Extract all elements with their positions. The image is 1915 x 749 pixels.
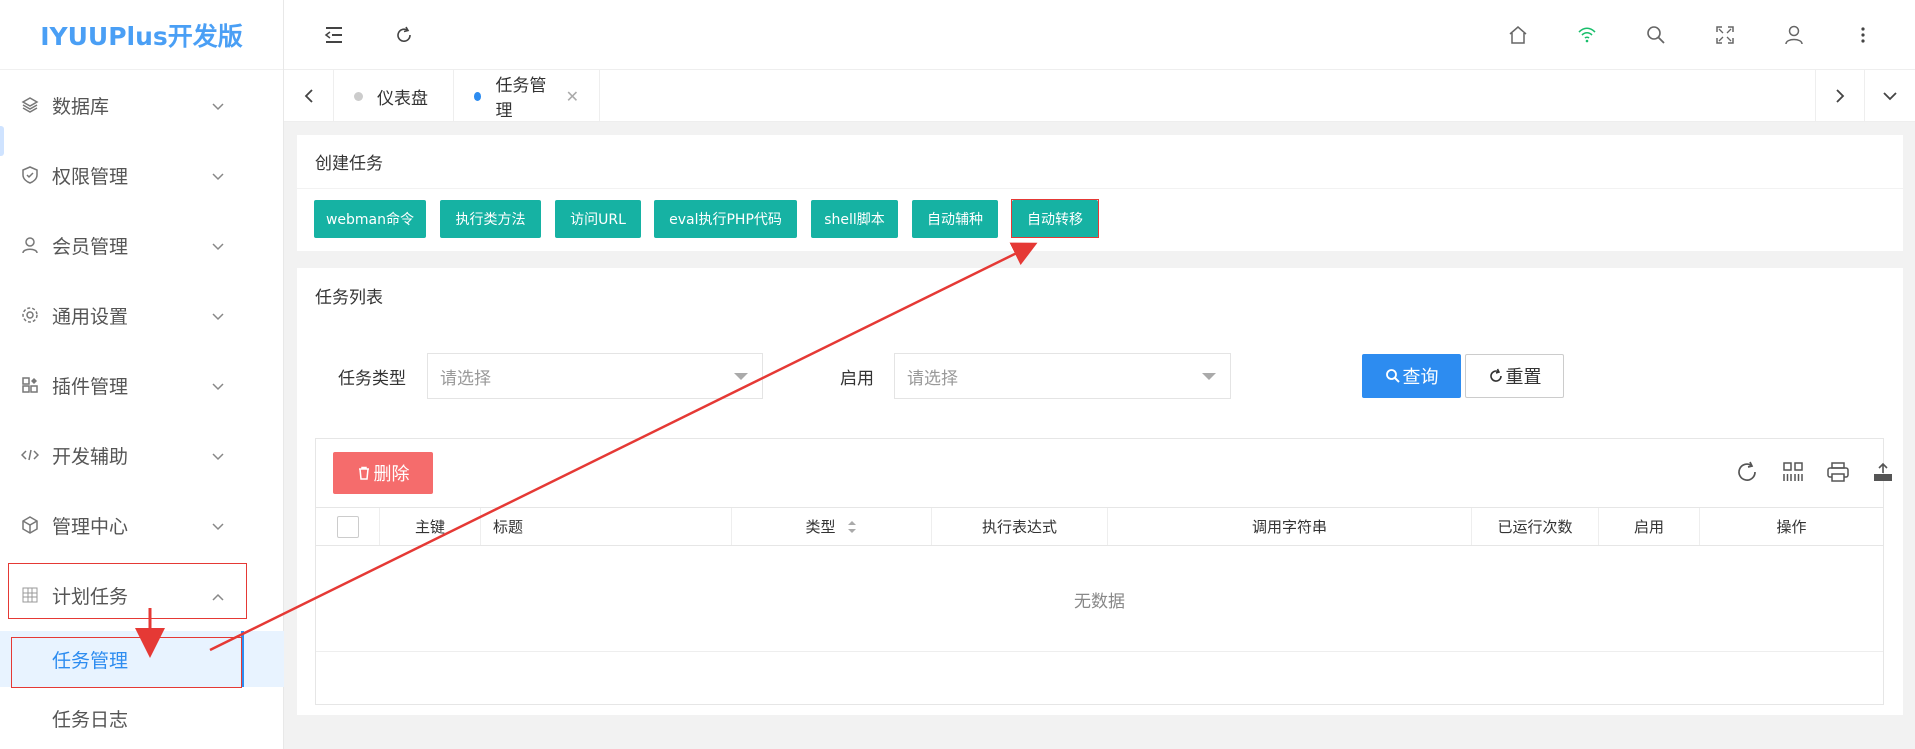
enabled-label: 启用 [840, 369, 874, 389]
sidebar-item-label: 会员管理 [52, 235, 129, 258]
cube-icon [20, 515, 40, 535]
sidebar-item-label: 开发辅助 [52, 445, 129, 468]
column-header-call-string[interactable]: 调用字符串 [1108, 508, 1472, 545]
plugin-icon [20, 375, 40, 395]
column-header-title[interactable]: 标题 [481, 508, 732, 545]
chevron-down-icon [212, 374, 224, 396]
sidebar-item-permissions[interactable]: 权限管理 [0, 140, 284, 210]
task-type-select[interactable]: 请选择 [427, 353, 763, 399]
tabs-scroll-left-button[interactable] [284, 70, 334, 122]
sidebar-item-settings[interactable]: 通用设置 [0, 280, 284, 350]
query-button[interactable]: 查询 [1362, 354, 1461, 398]
sidebar-item-label: 插件管理 [52, 375, 129, 398]
column-header-actions[interactable]: 操作 [1700, 508, 1883, 545]
enabled-select[interactable]: 请选择 [894, 353, 1231, 399]
export-icon[interactable] [1869, 458, 1897, 486]
menu-fold-icon[interactable] [317, 18, 351, 52]
tabs-scroll-right-button[interactable] [1815, 70, 1865, 122]
task-type-label: 任务类型 [338, 369, 406, 389]
annotation-box-scheduled-tasks [8, 563, 247, 619]
tab-label: 任务管理 [495, 76, 547, 121]
refresh-icon[interactable] [387, 18, 421, 52]
chevron-down-icon [212, 234, 224, 256]
chevron-down-icon [212, 444, 224, 466]
auto-reseed-button[interactable]: 自动辅种 [912, 200, 998, 238]
select-all-checkbox[interactable] [336, 515, 359, 538]
chevron-down-icon [212, 304, 224, 326]
tabs-bar: 仪表盘 任务管理 ✕ [284, 70, 1915, 122]
reset-label: 重置 [1505, 367, 1542, 388]
tab-dot [354, 91, 363, 101]
task-type-placeholder: 请选择 [440, 368, 491, 389]
top-bar [284, 0, 1915, 70]
eval-php-button[interactable]: eval执行PHP代码 [654, 200, 797, 238]
sidebar-item-label: 通用设置 [52, 305, 129, 328]
column-header-id[interactable]: 主键 [380, 508, 481, 545]
gear-icon [20, 305, 40, 325]
sidebar-item-members[interactable]: 会员管理 [0, 210, 284, 280]
caret-down-icon [734, 373, 748, 380]
execute-class-method-button[interactable]: 执行类方法 [440, 200, 541, 238]
tab-label: 仪表盘 [377, 88, 428, 109]
app-logo: IYUUPlus开发版 [0, 0, 283, 70]
sidebar-item-label: 权限管理 [52, 165, 129, 188]
sidebar-item-label: 管理中心 [52, 515, 129, 538]
sidebar-item-admin-center[interactable]: 管理中心 [0, 490, 284, 560]
sidebar-item-plugins[interactable]: 插件管理 [0, 350, 284, 420]
column-header-enabled[interactable]: 启用 [1599, 508, 1700, 545]
sidebar-subitem-task-log[interactable]: 任务日志 [0, 690, 284, 746]
sort-icon[interactable] [846, 519, 858, 535]
empty-state: 无数据 [316, 547, 1883, 652]
column-header-type[interactable]: 类型 [732, 508, 932, 545]
task-list-card: 任务列表 任务类型 请选择 启用 请选择 查询 重置 删除 主键 标题 类型 执… [297, 268, 1903, 715]
shield-icon [20, 165, 40, 185]
search-icon [1385, 369, 1400, 383]
webman-command-button[interactable]: webman命令 [314, 200, 426, 238]
column-header-expression[interactable]: 执行表达式 [932, 508, 1108, 545]
annotation-box-auto-transfer [1011, 199, 1099, 238]
create-task-card: 创建任务 webman命令 执行类方法 访问URL eval执行PHP代码 sh… [297, 135, 1903, 251]
create-task-title: 创建任务 [297, 135, 1903, 189]
query-label: 查询 [1402, 367, 1439, 388]
table-header: 主键 标题 类型 执行表达式 调用字符串 已运行次数 启用 操作 [316, 507, 1883, 546]
print-icon[interactable] [1824, 458, 1852, 486]
trash-icon [358, 466, 369, 480]
tab-task-management[interactable]: 任务管理 ✕ [454, 70, 600, 122]
reset-button[interactable]: 重置 [1465, 354, 1564, 398]
fullscreen-icon[interactable] [1708, 18, 1742, 52]
task-table: 删除 主键 标题 类型 执行表达式 调用字符串 已运行次数 启用 操作 无数据 [315, 438, 1892, 705]
user-icon [20, 235, 40, 255]
layers-icon [20, 95, 40, 115]
shell-script-button[interactable]: shell脚本 [811, 200, 898, 238]
sidebar-item-label: 数据库 [52, 95, 110, 118]
user-icon[interactable] [1777, 18, 1811, 52]
select-all-cell [316, 508, 380, 545]
column-header-run-count[interactable]: 已运行次数 [1472, 508, 1599, 545]
chevron-down-icon [212, 94, 224, 116]
tabs-dropdown-button[interactable] [1865, 70, 1915, 122]
wifi-icon [1570, 18, 1604, 52]
search-icon[interactable] [1639, 18, 1673, 52]
enabled-placeholder: 请选择 [907, 368, 958, 389]
visit-url-button[interactable]: 访问URL [555, 200, 641, 238]
chevron-down-icon [212, 514, 224, 536]
sidebar-item-database[interactable]: 数据库 [0, 70, 284, 140]
home-icon[interactable] [1501, 18, 1535, 52]
caret-down-icon [1202, 373, 1216, 380]
tab-dot [474, 91, 482, 101]
close-icon[interactable]: ✕ [566, 87, 579, 106]
tab-dashboard[interactable]: 仪表盘 [334, 70, 454, 122]
refresh-icon[interactable] [1733, 458, 1761, 486]
columns-icon[interactable] [1779, 458, 1807, 486]
column-header-type-label: 类型 [805, 518, 836, 536]
more-icon[interactable] [1846, 18, 1880, 52]
code-icon [20, 445, 40, 465]
annotation-box-task-management [11, 637, 242, 688]
refresh-icon [1489, 368, 1502, 382]
sidebar-item-dev-tools[interactable]: 开发辅助 [0, 420, 284, 490]
delete-button[interactable]: 删除 [333, 452, 433, 494]
chevron-down-icon [212, 164, 224, 186]
task-list-title: 任务列表 [315, 287, 383, 308]
delete-label: 删除 [373, 464, 410, 485]
